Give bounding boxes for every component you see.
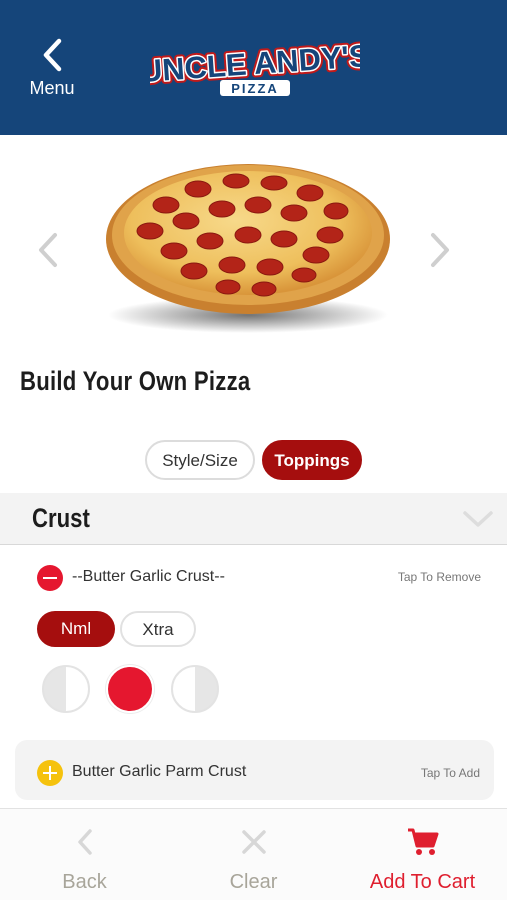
tap-to-remove-hint: Tap To Remove bbox=[397, 570, 481, 584]
close-icon bbox=[241, 830, 266, 854]
add-to-cart-button[interactable]: Add To Cart bbox=[338, 809, 507, 900]
clear-label: Clear bbox=[229, 871, 278, 893]
amount-normal-button[interactable]: Nml bbox=[37, 611, 115, 647]
carousel-next-icon[interactable] bbox=[425, 230, 455, 270]
tab-style-size[interactable]: Style/Size bbox=[145, 440, 255, 480]
app-root: Menu UNCLE ANDY'S UNCLE ANDY'S UNCLE AND… bbox=[0, 0, 507, 900]
crust-section-header[interactable]: Crust bbox=[0, 493, 507, 545]
menu-back-button[interactable]: Menu bbox=[22, 38, 82, 108]
product-title: Build Your Own Pizza bbox=[20, 366, 251, 396]
carousel-prev-icon[interactable] bbox=[33, 230, 63, 270]
bottom-action-bar: Back Clear Add To Cart bbox=[0, 808, 507, 900]
product-image-carousel bbox=[0, 135, 507, 355]
clear-button[interactable]: Clear bbox=[169, 809, 338, 900]
whole-pizza-icon[interactable] bbox=[106, 665, 154, 713]
chevron-left-icon bbox=[77, 829, 92, 855]
tab-toppings[interactable]: Toppings bbox=[262, 440, 362, 480]
add-to-cart-label: Add To Cart bbox=[369, 871, 476, 893]
option-tabs: Style/Size Toppings bbox=[0, 440, 507, 480]
selected-topping-name: --Butter Garlic Crust-- bbox=[72, 568, 225, 585]
back-button[interactable]: Back bbox=[0, 809, 169, 900]
remove-icon[interactable] bbox=[37, 565, 63, 591]
available-topping-card[interactable]: Butter Garlic Parm Crust Tap To Add bbox=[15, 740, 494, 800]
add-icon[interactable] bbox=[37, 760, 63, 786]
pizza-image bbox=[106, 164, 390, 333]
tap-to-add-hint: Tap To Add bbox=[420, 766, 480, 780]
chevron-down-icon[interactable] bbox=[462, 508, 494, 530]
left-half-icon[interactable] bbox=[42, 665, 90, 713]
svg-text:PIZZA: PIZZA bbox=[231, 81, 279, 96]
available-topping-name: Butter Garlic Parm Crust bbox=[72, 763, 247, 780]
uncle-andys-logo: UNCLE ANDY'S UNCLE ANDY'S UNCLE ANDY'S P… bbox=[150, 35, 360, 96]
shopping-cart-icon bbox=[407, 828, 438, 855]
right-half-icon[interactable] bbox=[171, 665, 219, 713]
menu-label: Menu bbox=[29, 78, 75, 98]
selected-topping-row[interactable]: --Butter Garlic Crust-- Tap To Remove bbox=[0, 560, 507, 596]
header: Menu UNCLE ANDY'S UNCLE ANDY'S UNCLE AND… bbox=[0, 0, 507, 135]
chevron-left-icon bbox=[43, 38, 62, 72]
section-title: Crust bbox=[32, 503, 90, 533]
amount-extra-button[interactable]: Xtra bbox=[120, 611, 196, 647]
back-label: Back bbox=[62, 871, 107, 893]
